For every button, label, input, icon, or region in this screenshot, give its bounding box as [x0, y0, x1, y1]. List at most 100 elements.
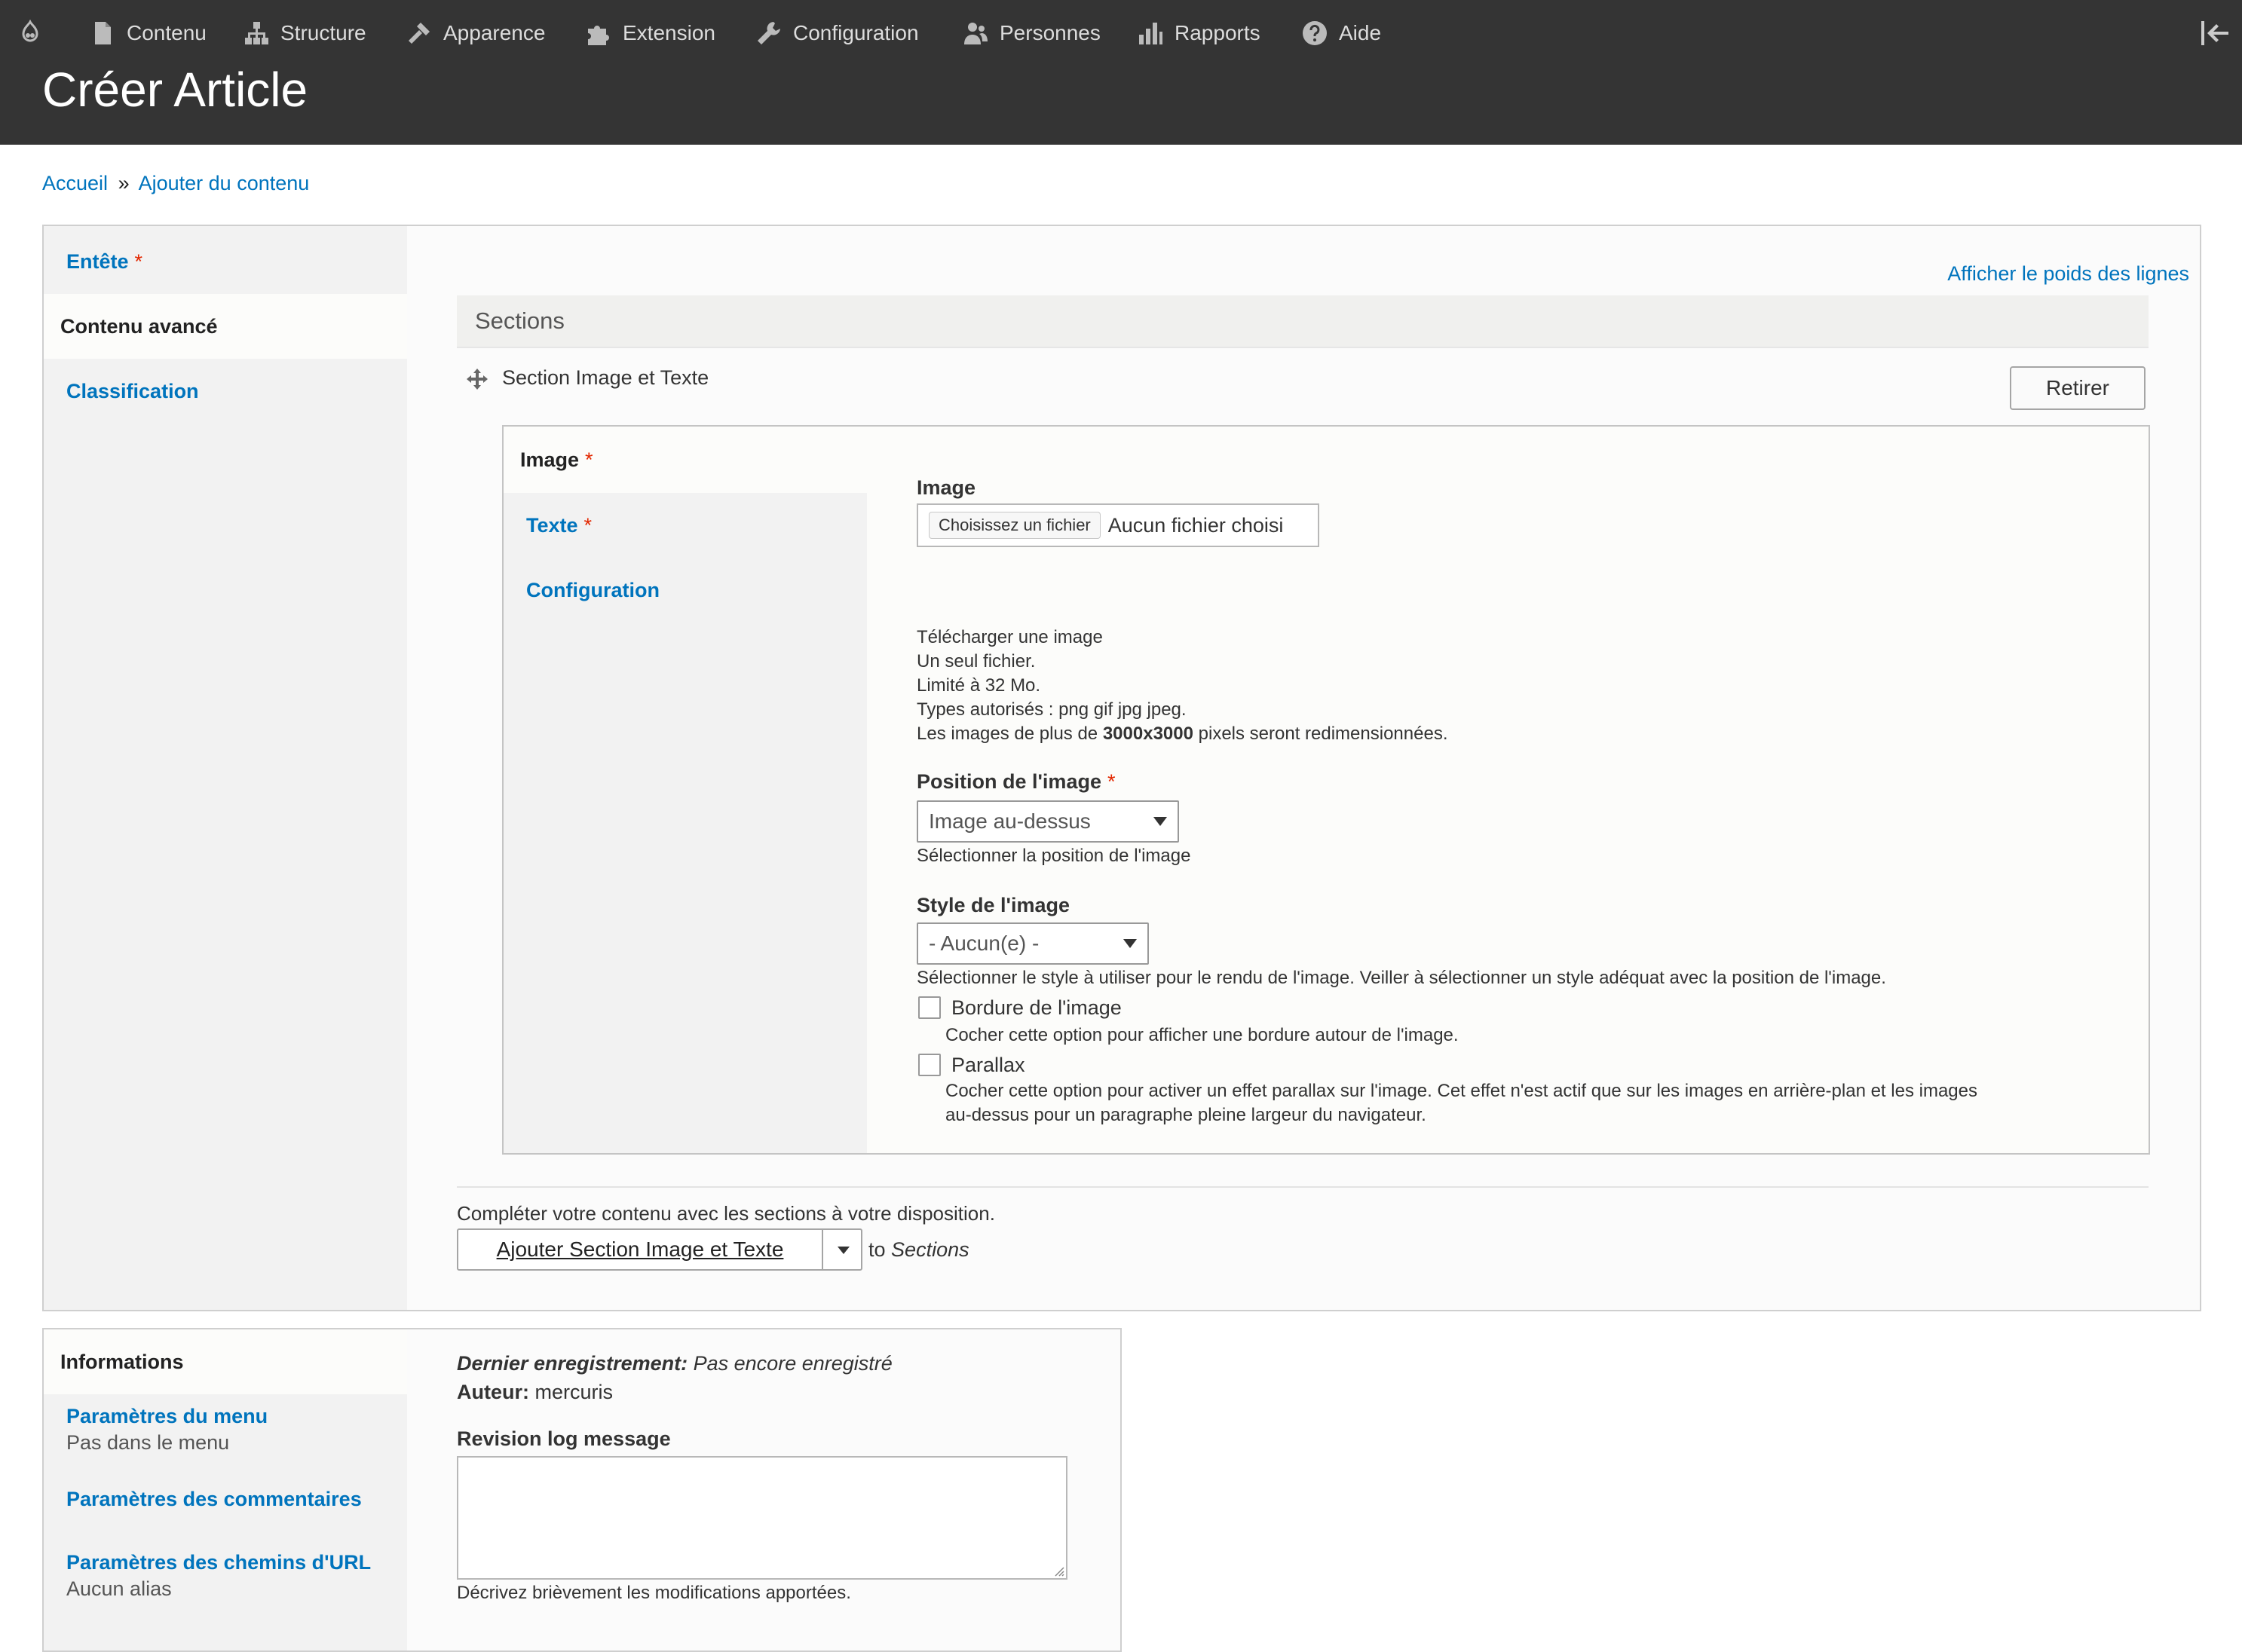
required-marker: *: [583, 513, 593, 537]
tab-label: Configuration: [526, 578, 660, 601]
toolbar-item-aide[interactable]: Aide: [1301, 14, 1381, 53]
toolbar-label: Extension: [623, 21, 715, 44]
help-line: au-dessus pour un paragraphe pleine larg…: [945, 1105, 1426, 1125]
style-help: Sélectionner le style à utiliser pour le…: [917, 968, 1886, 988]
image-field-label: Image: [917, 476, 976, 499]
chevron-down-icon: [1123, 939, 1137, 948]
help-line: Cocher cette option pour activer un effe…: [945, 1081, 1977, 1101]
image-file-input[interactable]: Choisissez un fichier Aucun fichier choi…: [917, 503, 1319, 547]
position-help: Sélectionner la position de l'image: [917, 846, 1191, 866]
revision-log-textarea[interactable]: [457, 1456, 1067, 1580]
collapse-toolbar-icon[interactable]: [2198, 17, 2231, 50]
chevron-down-icon: [1153, 817, 1167, 826]
help-dims-suffix: pixels seront redimensionnées.: [1198, 724, 1448, 744]
required-marker: *: [1107, 770, 1116, 793]
dropbutton-divider: [822, 1230, 823, 1269]
breadcrumb-home-link[interactable]: Accueil: [42, 172, 108, 194]
tab-label: Informations: [60, 1350, 184, 1373]
bar-chart-icon: [1139, 23, 1162, 44]
file-status: Aucun fichier choisi: [1107, 513, 1284, 537]
required-marker: *: [585, 448, 593, 471]
tab-classification[interactable]: Classification: [44, 359, 407, 424]
tab-entete[interactable]: Entête *: [44, 229, 407, 294]
toolbar-label: Structure: [280, 21, 366, 44]
add-section-button[interactable]: Ajouter Section Image et Texte: [458, 1230, 822, 1269]
last-saved-value: Pas encore enregistré: [693, 1352, 893, 1375]
style-field-label: Style de l'image: [917, 894, 1070, 916]
tab-informations[interactable]: Informations: [44, 1329, 407, 1394]
revision-log-help: Décrivez brièvement les modifications ap…: [457, 1583, 851, 1603]
tab-texte[interactable]: Texte *: [504, 493, 867, 558]
image-position-select[interactable]: Image au-dessus: [917, 800, 1179, 843]
position-label-text: Position de l'image: [917, 770, 1101, 793]
drag-handle-icon[interactable]: [466, 368, 489, 390]
drupal-logo-icon[interactable]: [17, 14, 44, 53]
to-word: to: [868, 1238, 886, 1261]
tab-comment-settings[interactable]: Paramètres des commentaires: [66, 1488, 362, 1511]
toolbar-item-apparence[interactable]: Apparence: [406, 14, 545, 53]
toolbar-label: Contenu: [127, 21, 207, 44]
people-icon: [964, 23, 988, 44]
tab-label: Contenu avancé: [60, 314, 218, 338]
remove-section-button[interactable]: Retirer: [2010, 366, 2146, 410]
admin-header: Contenu Structure Apparence Extension Co…: [0, 0, 2242, 145]
toolbar-label: Rapports: [1175, 21, 1260, 44]
show-row-weights-link[interactable]: Afficher le poids des lignes: [1947, 262, 2189, 286]
add-to-text: to Sections: [868, 1237, 969, 1262]
tab-label: Image: [520, 448, 580, 471]
sections-table-header: Sections: [457, 295, 2149, 348]
toolbar-item-structure[interactable]: Structure: [243, 14, 366, 53]
add-section-dropbutton: Ajouter Section Image et Texte: [457, 1228, 862, 1271]
resize-grip-icon[interactable]: [1054, 1566, 1064, 1577]
author: Auteur: mercuris: [457, 1378, 893, 1406]
help-dims-prefix: Les images de plus de: [917, 724, 1098, 744]
tab-label: Entête: [66, 249, 129, 273]
sections-title: Sections: [475, 307, 565, 334]
main-tabs-menu: Entête * Contenu avancé Classification: [44, 226, 407, 1310]
section-tabs-menu: Image * Texte * Configuration: [504, 427, 867, 1153]
required-marker: *: [134, 249, 143, 273]
dropbutton-toggle-icon[interactable]: [825, 1230, 862, 1269]
border-checkbox[interactable]: [918, 996, 941, 1019]
help-line: Un seul fichier.: [917, 651, 1036, 672]
border-checkbox-label[interactable]: Bordure de l'image: [951, 996, 1122, 1020]
complete-content-text: Compléter votre contenu avec les section…: [457, 1202, 995, 1225]
parallax-checkbox-label[interactable]: Parallax: [951, 1054, 1025, 1077]
toolbar-label: Configuration: [793, 21, 919, 44]
tab-contenu-avance[interactable]: Contenu avancé: [44, 294, 407, 359]
tab-label: Classification: [66, 379, 199, 402]
select-value: - Aucun(e) -: [929, 932, 1040, 955]
breadcrumb-current-link[interactable]: Ajouter du contenu: [139, 172, 310, 194]
choose-file-button[interactable]: Choisissez un fichier: [929, 512, 1101, 539]
author-value: mercuris: [534, 1381, 614, 1403]
help-line: Télécharger une image: [917, 627, 1103, 647]
image-help: Télécharger une image Un seul fichier. L…: [917, 626, 1447, 746]
tab-label: Texte: [526, 513, 578, 537]
toolbar-label: Apparence: [443, 21, 546, 44]
page-title: Créer Article: [42, 63, 308, 117]
last-saved: Dernier enregistrement: Pas encore enreg…: [457, 1349, 893, 1378]
toolbar-label: Aide: [1339, 21, 1382, 44]
help-line: Types autorisés : png gif jpg jpeg.: [917, 699, 1187, 720]
image-style-select[interactable]: - Aucun(e) -: [917, 922, 1149, 965]
tab-summary: Pas dans le menu: [66, 1431, 230, 1454]
toolbar-item-contenu[interactable]: Contenu: [89, 14, 207, 53]
position-field-label: Position de l'image *: [917, 770, 1115, 794]
tab-configuration[interactable]: Configuration: [504, 558, 867, 623]
toolbar-label: Personnes: [1000, 21, 1101, 44]
toolbar-item-configuration[interactable]: Configuration: [755, 14, 919, 53]
parallax-checkbox[interactable]: [918, 1054, 941, 1076]
tab-menu-settings[interactable]: Paramètres du menu Pas dans le menu: [66, 1405, 268, 1455]
breadcrumb: Accueil » Ajouter du contenu: [42, 172, 309, 195]
toolbar-item-rapports[interactable]: Rapports: [1137, 14, 1260, 53]
to-target: Sections: [891, 1238, 969, 1261]
tab-url-alias-settings[interactable]: Paramètres des chemins d'URL Aucun alias: [66, 1551, 371, 1601]
breadcrumb-separator: »: [118, 172, 130, 194]
admin-toolbar: Contenu Structure Apparence Extension Co…: [0, 0, 2242, 66]
toolbar-item-extension[interactable]: Extension: [585, 14, 715, 53]
toolbar-item-personnes[interactable]: Personnes: [962, 14, 1101, 53]
help-line: Les images de plus de 3000x3000 pixels s…: [917, 722, 1447, 746]
section-row-label: Section Image et Texte: [502, 366, 709, 389]
tab-image[interactable]: Image *: [504, 427, 867, 493]
tab-label: Paramètres des commentaires: [66, 1488, 362, 1510]
